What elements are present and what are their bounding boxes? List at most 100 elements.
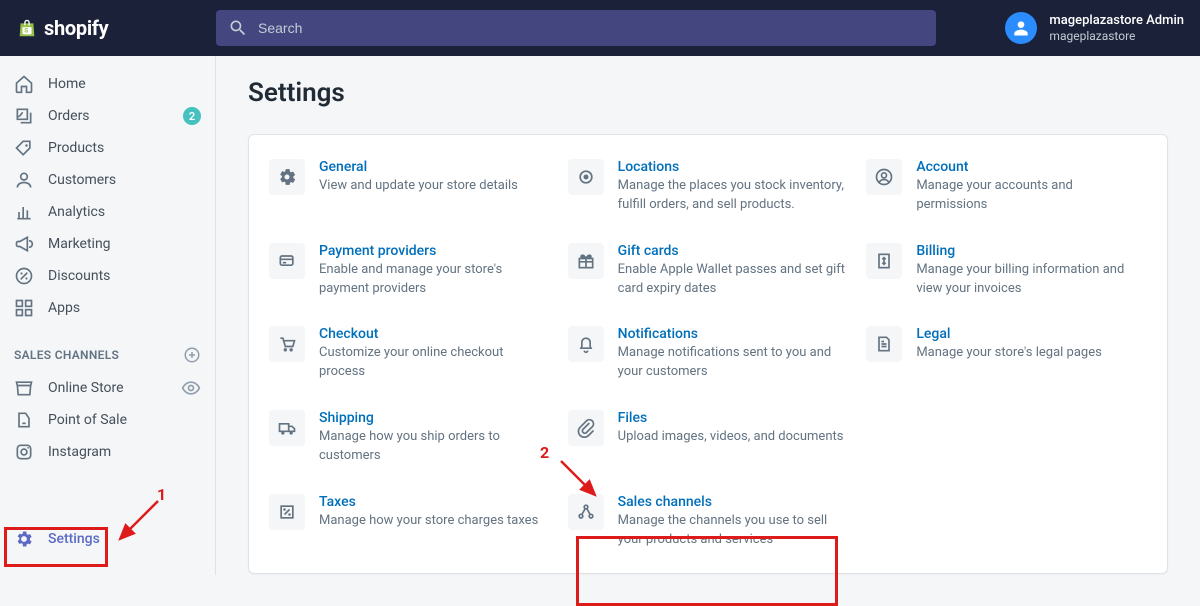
tile-desc: Customize your online checkout process	[319, 344, 550, 382]
sidebar-item-apps[interactable]: Apps	[0, 292, 215, 324]
instagram-icon	[14, 442, 34, 462]
tile-title: Payment providers	[319, 243, 550, 259]
location-icon	[576, 167, 596, 187]
sidebar: Home Orders 2 Products Customers Analyti…	[0, 56, 216, 575]
sidebar-channel-pos[interactable]: Point of Sale	[0, 404, 215, 436]
sidebar-item-home[interactable]: Home	[0, 68, 215, 100]
account-icon	[874, 167, 894, 187]
gear-icon	[277, 167, 297, 187]
tile-account[interactable]: Account Manage your accounts and permissi…	[864, 157, 1149, 217]
tile-billing[interactable]: Billing Manage your billing information a…	[864, 241, 1149, 301]
tile-desc: Manage notifications sent to you and you…	[618, 344, 849, 382]
attachment-icon	[576, 418, 596, 438]
tile-desc: Enable and manage your store's payment p…	[319, 261, 550, 299]
annotation-box-2	[576, 536, 838, 606]
page-title: Settings	[248, 78, 1168, 108]
tile-desc: Manage how you ship orders to customers	[319, 428, 550, 466]
home-icon	[14, 74, 34, 94]
cart-icon	[277, 334, 297, 354]
brand-name: shopify	[44, 16, 108, 40]
sidebar-item-label: Customers	[48, 172, 116, 188]
tile-title: Legal	[916, 326, 1147, 342]
channels-icon	[576, 502, 596, 522]
analytics-icon	[14, 202, 34, 222]
discount-icon	[14, 266, 34, 286]
payment-icon	[277, 251, 297, 271]
user-icon	[1011, 18, 1031, 38]
apps-icon	[14, 298, 34, 318]
legal-icon	[874, 334, 894, 354]
tile-title: Gift cards	[618, 243, 849, 259]
search-input[interactable]	[258, 20, 924, 36]
tile-desc: Enable Apple Wallet passes and set gift …	[618, 261, 849, 299]
tile-title: General	[319, 159, 550, 175]
sidebar-item-label: Discounts	[48, 268, 110, 284]
megaphone-icon	[14, 234, 34, 254]
tile-gift-cards[interactable]: Gift cards Enable Apple Wallet passes and…	[566, 241, 851, 301]
billing-icon	[874, 251, 894, 271]
account-name: mageplazastore Admin	[1049, 13, 1184, 29]
tile-title: Account	[916, 159, 1147, 175]
pos-icon	[14, 410, 34, 430]
sidebar-channel-instagram[interactable]: Instagram	[0, 436, 215, 468]
bell-icon	[576, 334, 596, 354]
tile-taxes[interactable]: Taxes Manage how your store charges taxes	[267, 492, 552, 552]
tile-payment-providers[interactable]: Payment providers Enable and manage your …	[267, 241, 552, 301]
tile-title: Billing	[916, 243, 1147, 259]
sidebar-item-label: Home	[48, 76, 86, 92]
sidebar-item-label: Point of Sale	[48, 412, 127, 428]
tile-desc: View and update your store details	[319, 177, 550, 196]
brand-logo[interactable]: S shopify	[16, 16, 216, 40]
tile-title: Locations	[618, 159, 849, 175]
sidebar-item-discounts[interactable]: Discounts	[0, 260, 215, 292]
avatar	[1005, 12, 1037, 44]
sidebar-item-label: Online Store	[48, 380, 124, 396]
account-menu[interactable]: mageplazastore Admin mageplazastore	[1005, 12, 1184, 44]
store-icon	[14, 378, 34, 398]
view-store-icon[interactable]	[181, 378, 201, 398]
sidebar-item-label: Analytics	[48, 204, 105, 220]
svg-text:S: S	[24, 27, 28, 35]
topbar: S shopify mageplazastore Admin mageplaza…	[0, 0, 1200, 56]
sidebar-channel-online-store[interactable]: Online Store	[0, 372, 215, 404]
tile-title: Taxes	[319, 494, 550, 510]
settings-card: General View and update your store detail…	[248, 134, 1168, 574]
search-bar[interactable]	[216, 10, 936, 46]
tile-general[interactable]: General View and update your store detail…	[267, 157, 552, 217]
gift-icon	[576, 251, 596, 271]
sidebar-item-label: Marketing	[48, 236, 111, 252]
annotation-box-1	[4, 527, 108, 567]
tile-title: Files	[618, 410, 849, 426]
sidebar-item-label: Products	[48, 140, 104, 156]
sales-channels-header: SALES CHANNELS	[0, 338, 215, 372]
tile-desc: Upload images, videos, and documents	[618, 428, 849, 447]
search-icon	[228, 18, 248, 38]
tile-desc: Manage your accounts and permissions	[916, 177, 1147, 215]
sidebar-item-customers[interactable]: Customers	[0, 164, 215, 196]
sidebar-item-products[interactable]: Products	[0, 132, 215, 164]
tile-shipping[interactable]: Shipping Manage how you ship orders to cu…	[267, 408, 552, 468]
add-channel-icon[interactable]	[183, 346, 201, 364]
truck-icon	[277, 418, 297, 438]
tile-title: Sales channels	[618, 494, 849, 510]
sidebar-item-orders[interactable]: Orders 2	[0, 100, 215, 132]
sidebar-item-label: Instagram	[48, 444, 111, 460]
orders-badge: 2	[183, 107, 201, 125]
tile-desc: Manage your billing information and view…	[916, 261, 1147, 299]
tile-title: Checkout	[319, 326, 550, 342]
tile-desc: Manage your store's legal pages	[916, 344, 1147, 363]
tile-checkout[interactable]: Checkout Customize your online checkout p…	[267, 324, 552, 384]
tile-files[interactable]: Files Upload images, videos, and document…	[566, 408, 851, 468]
sidebar-item-label: Apps	[48, 300, 80, 316]
account-text: mageplazastore Admin mageplazastore	[1049, 13, 1184, 43]
sidebar-item-marketing[interactable]: Marketing	[0, 228, 215, 260]
tile-legal[interactable]: Legal Manage your store's legal pages	[864, 324, 1149, 384]
tile-title: Shipping	[319, 410, 550, 426]
settings-grid: General View and update your store detail…	[267, 157, 1149, 551]
tile-locations[interactable]: Locations Manage the places you stock inv…	[566, 157, 851, 217]
customer-icon	[14, 170, 34, 190]
tile-desc: Manage how your store charges taxes	[319, 512, 550, 531]
tile-notifications[interactable]: NotificationsManage notifications sent t…	[566, 324, 851, 384]
sidebar-item-analytics[interactable]: Analytics	[0, 196, 215, 228]
tile-desc: Manage the places you stock inventory, f…	[618, 177, 849, 215]
